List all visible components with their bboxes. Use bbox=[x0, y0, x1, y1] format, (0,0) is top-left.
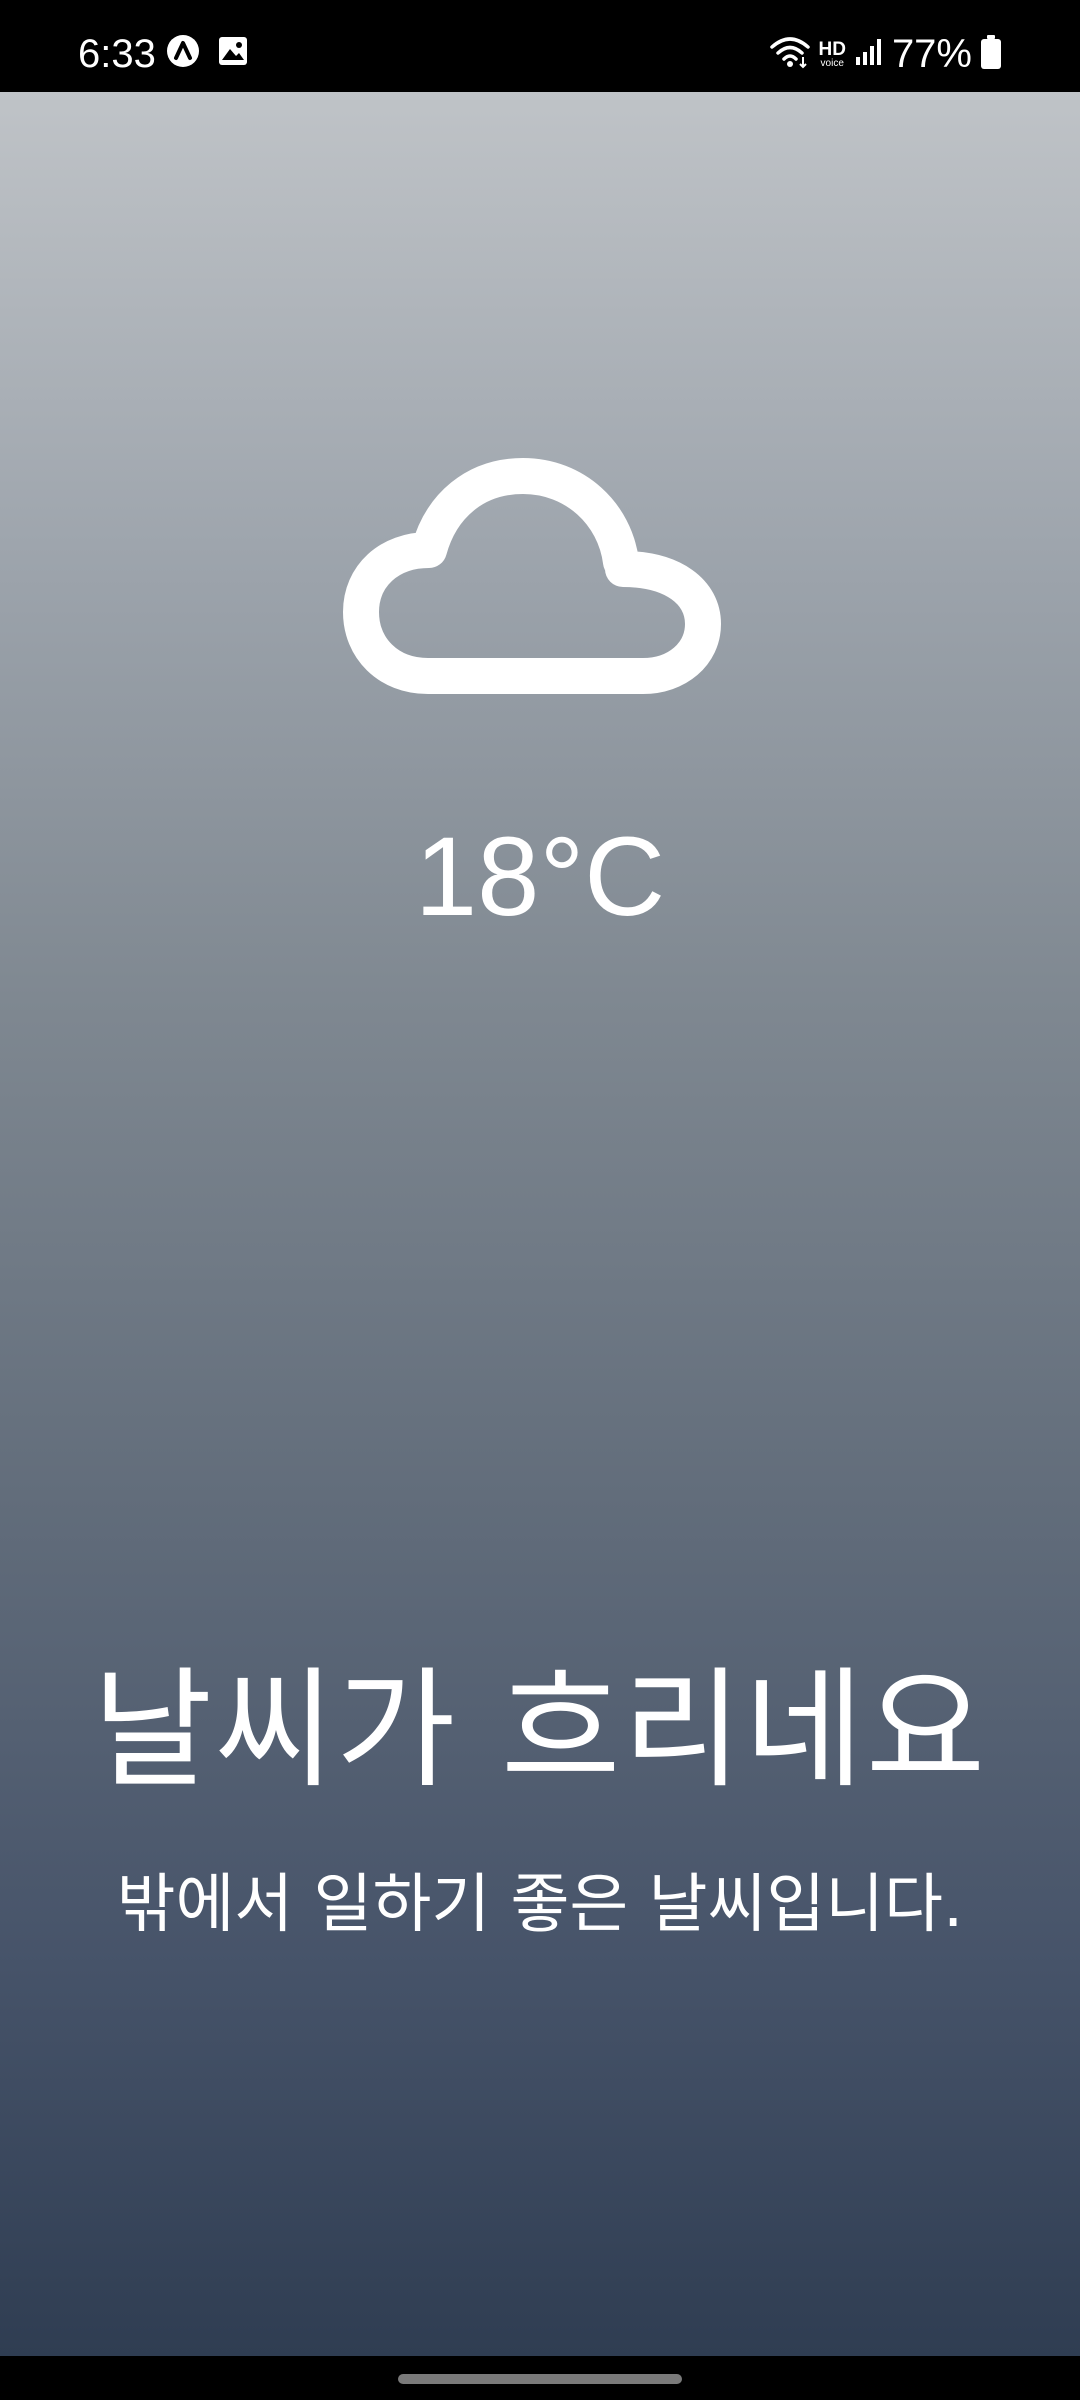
navigation-bar bbox=[0, 2356, 1080, 2400]
app-notification-icon bbox=[166, 34, 200, 72]
temperature: 18°C bbox=[414, 814, 666, 939]
battery-percent: 77% bbox=[891, 32, 972, 76]
weather-headline: 날씨가 흐리네요 bbox=[92, 1654, 988, 1806]
voice-label: voice bbox=[820, 57, 844, 69]
status-bar: 6:33 HD voice 77% bbox=[0, 0, 1080, 92]
wifi-icon bbox=[770, 35, 811, 73]
status-time: 6:33 bbox=[78, 32, 156, 76]
weather-message: 밖에서 일하기 좋은 날씨입니다. bbox=[116, 1868, 964, 1942]
status-right-icons: HD voice 77% bbox=[770, 26, 1002, 82]
cloud-icon bbox=[343, 458, 721, 694]
battery-icon bbox=[980, 34, 1002, 74]
home-indicator[interactable] bbox=[398, 2374, 682, 2384]
hd-label: HD bbox=[818, 38, 846, 60]
signal-icon bbox=[854, 37, 884, 71]
gallery-icon bbox=[218, 36, 248, 70]
weather-screen: 18°C 날씨가 흐리네요 밖에서 일하기 좋은 날씨입니다. bbox=[0, 92, 1080, 2356]
status-left-icons bbox=[166, 34, 248, 72]
screen: 6:33 HD voice 77% 18°C 날씨가 흐리네요 밖에서 일하기 … bbox=[0, 0, 1080, 2400]
hd-voice-icon: HD voice bbox=[818, 40, 845, 69]
